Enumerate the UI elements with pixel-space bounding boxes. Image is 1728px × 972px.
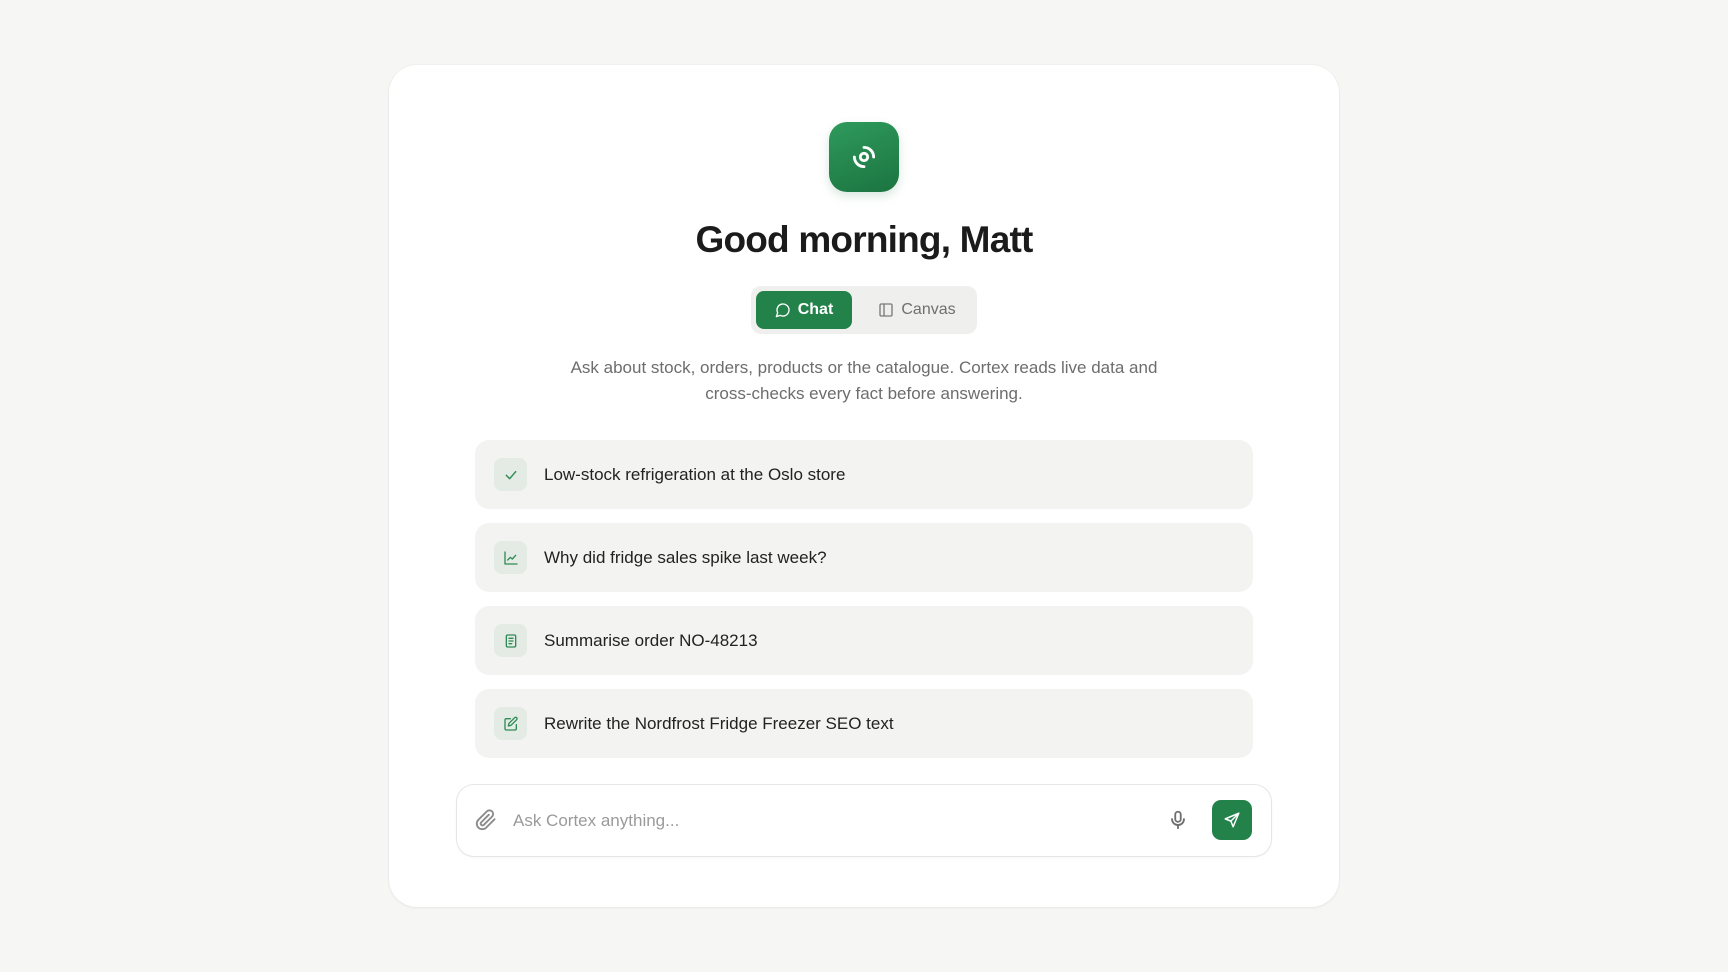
suggestion-low-stock[interactable]: Low-stock refrigeration at the Oslo stor… bbox=[475, 440, 1253, 509]
paperclip-icon[interactable] bbox=[475, 809, 497, 831]
message-composer bbox=[456, 784, 1272, 857]
send-button[interactable] bbox=[1212, 800, 1252, 840]
cortex-logo-icon bbox=[829, 122, 899, 192]
suggestion-label: Rewrite the Nordfrost Fridge Freezer SEO… bbox=[544, 713, 894, 733]
suggestion-label: Low-stock refrigeration at the Oslo stor… bbox=[544, 464, 846, 484]
tab-canvas[interactable]: Canvas bbox=[863, 291, 971, 329]
tab-canvas-label: Canvas bbox=[901, 301, 956, 318]
tab-chat-label: Chat bbox=[797, 301, 834, 318]
suggestion-label: Summarise order NO-48213 bbox=[544, 630, 758, 650]
intro-description: Ask about stock, orders, products or the… bbox=[570, 358, 1158, 403]
mode-toggle: Chat Canvas bbox=[751, 286, 977, 334]
microphone-icon[interactable] bbox=[1167, 809, 1189, 831]
panel-layout-icon bbox=[878, 302, 894, 318]
greeting-title: Good morning, Matt bbox=[695, 219, 1033, 260]
suggestion-summarise-order[interactable]: Summarise order NO-48213 bbox=[475, 606, 1253, 675]
chat-bubble-icon bbox=[775, 302, 791, 318]
message-input[interactable] bbox=[511, 803, 1135, 839]
edit-icon bbox=[494, 707, 527, 740]
check-icon bbox=[494, 458, 527, 491]
tab-chat[interactable]: Chat bbox=[756, 291, 852, 329]
document-icon bbox=[494, 624, 527, 657]
welcome-card: Good morning, Matt Chat Canvas Ask about… bbox=[389, 65, 1339, 907]
suggestion-fridge-sales[interactable]: Why did fridge sales spike last week? bbox=[475, 523, 1253, 592]
suggestion-label: Why did fridge sales spike last week? bbox=[544, 547, 827, 567]
suggestion-rewrite-seo[interactable]: Rewrite the Nordfrost Fridge Freezer SEO… bbox=[475, 689, 1253, 758]
line-chart-icon bbox=[494, 541, 527, 574]
send-arrow-icon bbox=[1223, 811, 1241, 829]
